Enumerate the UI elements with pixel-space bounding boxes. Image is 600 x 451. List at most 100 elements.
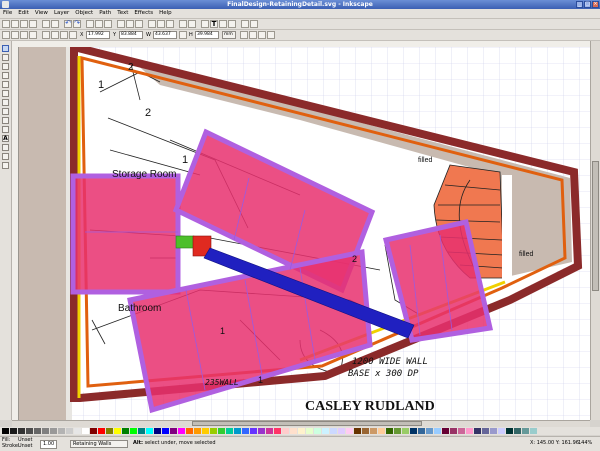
h-input[interactable]: 39.984	[195, 31, 219, 39]
zoom-drawing-icon[interactable]	[126, 20, 134, 28]
palette-swatch[interactable]	[386, 428, 393, 434]
gradient-tool-icon[interactable]	[2, 144, 9, 151]
import-icon[interactable]	[42, 20, 50, 28]
palette-swatch[interactable]	[74, 428, 81, 434]
horizontal-scrollbar[interactable]	[12, 420, 590, 427]
palette-swatch[interactable]	[322, 428, 329, 434]
palette-swatch[interactable]	[514, 428, 521, 434]
pen-tool-icon[interactable]	[2, 117, 9, 124]
menu-object[interactable]: Object	[72, 9, 96, 18]
rotate-ccw-icon[interactable]	[2, 31, 10, 39]
menu-path[interactable]: Path	[96, 9, 114, 18]
rectangle-tool-icon[interactable]	[2, 72, 9, 79]
palette-swatch[interactable]	[490, 428, 497, 434]
zoom-page-icon[interactable]	[135, 20, 143, 28]
vertical-scroll-thumb[interactable]	[592, 161, 599, 291]
palette-swatch[interactable]	[82, 428, 89, 434]
palette-swatch[interactable]	[210, 428, 217, 434]
palette-swatch[interactable]	[442, 428, 449, 434]
palette-swatch[interactable]	[138, 428, 145, 434]
palette-swatch[interactable]	[10, 428, 17, 434]
palette-swatch[interactable]	[330, 428, 337, 434]
node-tool-icon[interactable]	[2, 54, 9, 61]
palette-swatch[interactable]	[506, 428, 513, 434]
palette-swatch[interactable]	[394, 428, 401, 434]
palette-swatch[interactable]	[90, 428, 97, 434]
palette-swatch[interactable]	[26, 428, 33, 434]
lock-icon[interactable]	[179, 31, 187, 39]
palette-swatch[interactable]	[466, 428, 473, 434]
text-font-icon[interactable]: T	[210, 20, 218, 28]
close-icon[interactable]: ×	[592, 1, 599, 8]
palette-swatch[interactable]	[426, 428, 433, 434]
palette-swatch[interactable]	[522, 428, 529, 434]
spiral-tool-icon[interactable]	[2, 99, 9, 106]
lower-icon[interactable]	[60, 31, 68, 39]
menu-help[interactable]: Help	[156, 9, 175, 18]
palette-swatch[interactable]	[178, 428, 185, 434]
palette-swatch[interactable]	[162, 428, 169, 434]
menu-file[interactable]: File	[0, 9, 15, 18]
rotate-cw-icon[interactable]	[11, 31, 19, 39]
palette-swatch[interactable]	[458, 428, 465, 434]
palette-swatch[interactable]	[314, 428, 321, 434]
layer-select[interactable]: Retaining Walls	[70, 440, 128, 448]
unlink-clone-icon[interactable]	[166, 20, 174, 28]
transform-gradients-icon[interactable]	[258, 31, 266, 39]
open-icon[interactable]	[11, 20, 19, 28]
palette-swatch[interactable]	[226, 428, 233, 434]
ellipse-tool-icon[interactable]	[2, 81, 9, 88]
clone-icon[interactable]	[157, 20, 165, 28]
redo-icon[interactable]: ↷	[73, 20, 81, 28]
palette-swatch[interactable]	[122, 428, 129, 434]
menu-text[interactable]: Text	[114, 9, 131, 18]
palette-swatch[interactable]	[402, 428, 409, 434]
lower-to-bottom-icon[interactable]	[69, 31, 77, 39]
zoom-selection-icon[interactable]	[117, 20, 125, 28]
selector-tool-icon[interactable]	[2, 45, 9, 52]
menu-layer[interactable]: Layer	[51, 9, 72, 18]
print-icon[interactable]	[29, 20, 37, 28]
text-tool-icon[interactable]: A	[2, 135, 9, 142]
fill-stroke-icon[interactable]	[201, 20, 209, 28]
copy-icon[interactable]	[86, 20, 94, 28]
palette-swatch[interactable]	[482, 428, 489, 434]
menu-effects[interactable]: Effects	[131, 9, 156, 18]
palette-swatch[interactable]	[34, 428, 41, 434]
align-distribute-icon[interactable]	[228, 20, 236, 28]
star-tool-icon[interactable]	[2, 90, 9, 97]
palette-swatch[interactable]	[274, 428, 281, 434]
maximize-icon[interactable]: □	[584, 1, 591, 8]
palette-swatch[interactable]	[474, 428, 481, 434]
horizontal-scroll-thumb[interactable]	[192, 421, 422, 426]
palette-swatch[interactable]	[530, 428, 537, 434]
zoom-value[interactable]: 144%	[578, 440, 592, 447]
cut-icon[interactable]	[95, 20, 103, 28]
palette-swatch[interactable]	[242, 428, 249, 434]
palette-swatch[interactable]	[306, 428, 313, 434]
palette-swatch[interactable]	[290, 428, 297, 434]
unit-select[interactable]: mm	[222, 31, 236, 39]
export-icon[interactable]	[51, 20, 59, 28]
palette-swatch[interactable]	[298, 428, 305, 434]
menu-view[interactable]: View	[32, 9, 51, 18]
palette-swatch[interactable]	[170, 428, 177, 434]
menu-edit[interactable]: Edit	[15, 9, 32, 18]
raise-icon[interactable]	[51, 31, 59, 39]
connector-tool-icon[interactable]	[2, 153, 9, 160]
duplicate-icon[interactable]	[148, 20, 156, 28]
palette-swatch[interactable]	[338, 428, 345, 434]
calligraphy-tool-icon[interactable]	[2, 126, 9, 133]
palette-swatch[interactable]	[370, 428, 377, 434]
palette-swatch[interactable]	[186, 428, 193, 434]
palette-swatch[interactable]	[362, 428, 369, 434]
raise-to-top-icon[interactable]	[42, 31, 50, 39]
palette-swatch[interactable]	[146, 428, 153, 434]
new-document-icon[interactable]	[2, 20, 10, 28]
flip-horizontal-icon[interactable]	[20, 31, 28, 39]
palette-swatch[interactable]	[450, 428, 457, 434]
y-input[interactable]: 83.884	[119, 31, 143, 39]
preferences-icon[interactable]	[241, 20, 249, 28]
palette-swatch[interactable]	[282, 428, 289, 434]
vertical-scrollbar[interactable]	[590, 41, 600, 420]
